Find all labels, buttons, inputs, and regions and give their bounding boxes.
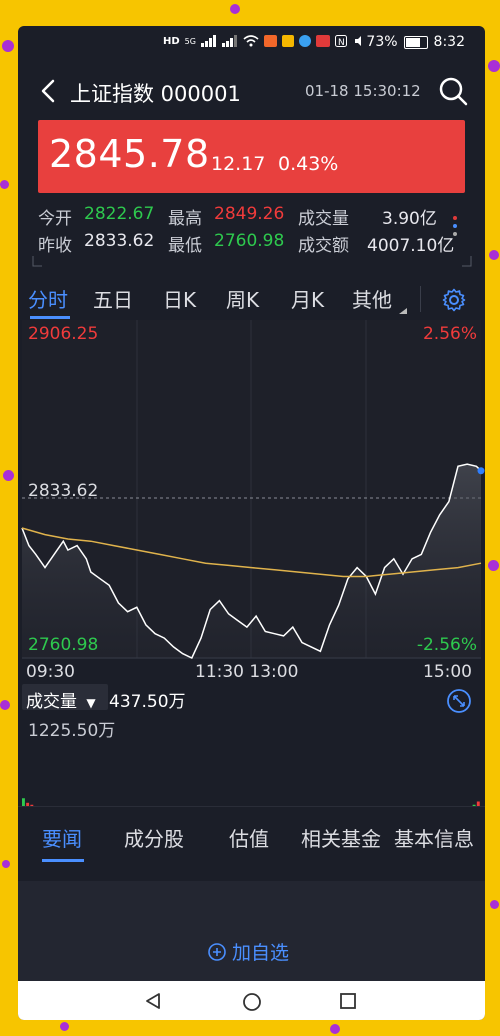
- x-tick-label: 09:30: [26, 662, 75, 682]
- tab-other[interactable]: 其他: [352, 284, 392, 313]
- background-dot: [488, 60, 500, 72]
- background-dot: [60, 1022, 69, 1031]
- tab-intraday[interactable]: 分时: [28, 284, 68, 313]
- high-value: 2849.26: [214, 204, 285, 224]
- open-label: 今开: [38, 209, 72, 229]
- pct-max-label: 2.56%: [422, 324, 477, 344]
- volume-selector[interactable]: 成交量 ▼ 437.50万: [26, 687, 186, 712]
- open-value: 2822.67: [84, 204, 155, 224]
- status-right: 73% 8:32: [366, 34, 465, 50]
- tab-valuation[interactable]: 估值: [229, 823, 269, 852]
- stats-bracket: [32, 256, 472, 267]
- background-dot: [0, 700, 10, 710]
- app-notification-icon: [315, 35, 330, 47]
- background-dot: [488, 560, 499, 571]
- pct-min-label: -2.56%: [416, 635, 477, 655]
- tab-divider: [420, 286, 421, 312]
- volume-selector-label: 成交量: [26, 692, 77, 712]
- tab-daily-k[interactable]: 日K: [163, 284, 196, 313]
- tab-basic-info[interactable]: 基本信息: [394, 823, 474, 852]
- tab-related-funds[interactable]: 相关基金: [301, 823, 381, 852]
- high-label: 最高: [168, 209, 202, 229]
- signal-icon: [200, 35, 216, 47]
- quote-timestamp: 01-18 15:30:12: [305, 82, 421, 100]
- app-notification-icon: [263, 35, 277, 47]
- x-tick-label: 15:00: [423, 662, 472, 682]
- prev-close-label: 昨收: [38, 236, 72, 256]
- battery-icon: [403, 35, 428, 49]
- news-content-area: [18, 881, 485, 981]
- background-dot: [0, 180, 9, 189]
- volume-max-label: 1225.50万: [28, 721, 116, 741]
- low-value: 2760.98: [214, 231, 285, 251]
- volume-current: 437.50万: [109, 692, 186, 712]
- y-max-label: 2906.25: [28, 324, 99, 344]
- tab-five-day[interactable]: 五日: [93, 284, 133, 313]
- turnover-value: 4007.10亿: [367, 236, 455, 256]
- background-dot: [489, 250, 499, 260]
- search-icon[interactable]: [436, 74, 470, 108]
- tab-constituents[interactable]: 成分股: [124, 823, 184, 852]
- x-tick-label: 11:30 13:00: [195, 662, 299, 682]
- tab-active-indicator: [30, 316, 70, 319]
- battery-percent: 73%: [366, 34, 398, 50]
- info-tabs: 要闻 成分股 估值 相关基金 基本信息: [18, 806, 485, 877]
- app-notification-icon: [281, 35, 294, 47]
- dropdown-corner-icon: [399, 308, 407, 314]
- background-dot: [2, 40, 14, 52]
- status-icons: HD 5G N: [163, 35, 364, 47]
- nfc-icon: N: [334, 35, 347, 47]
- background-dot: [2, 860, 10, 868]
- add-watchlist-button[interactable]: 加自选: [208, 938, 289, 965]
- price-panel: 2845.78 12.17 0.43%: [38, 120, 465, 193]
- turnover-label: 成交额: [298, 236, 349, 256]
- settings-gear-icon[interactable]: [442, 288, 466, 312]
- app-notification-icon: [298, 35, 311, 47]
- dropdown-triangle-icon: ▼: [86, 696, 96, 710]
- volume-label: 成交量: [298, 209, 349, 229]
- low-label: 最低: [168, 236, 202, 256]
- background-dot: [330, 1024, 340, 1034]
- tab-news[interactable]: 要闻: [42, 823, 82, 852]
- phone-screen: HD 5G N 73% 8:32 上证指数 000001 01-18 15:30…: [18, 26, 485, 1020]
- nav-recents-icon[interactable]: [339, 992, 357, 1010]
- background-dot: [3, 470, 14, 481]
- page-title: 上证指数 000001: [70, 82, 241, 106]
- y-min-label: 2760.98: [28, 635, 99, 655]
- period-tabs: 分时 五日 日K 周K 月K 其他: [18, 282, 485, 320]
- current-price: 2845.78: [49, 132, 210, 176]
- mute-icon: [354, 36, 361, 46]
- clock: 8:32: [433, 34, 465, 50]
- tab-weekly-k[interactable]: 周K: [226, 284, 259, 313]
- background-dot: [490, 900, 499, 909]
- svg-text:N: N: [338, 38, 345, 47]
- signal-2-icon: [221, 35, 237, 47]
- volume-value: 3.90亿: [382, 209, 437, 229]
- tab-monthly-k[interactable]: 月K: [291, 284, 324, 313]
- background-dot: [230, 4, 240, 14]
- prev-close-value: 2833.62: [84, 231, 155, 251]
- price-change-percent: 0.43%: [278, 153, 339, 175]
- wifi-icon: [243, 35, 259, 47]
- network-label: 5G: [184, 36, 196, 46]
- header: 上证指数 000001 01-18 15:30:12: [18, 68, 485, 114]
- nav-back-icon[interactable]: [144, 992, 162, 1010]
- plus-circle-icon: [208, 942, 226, 961]
- add-watchlist-label: 加自选: [232, 942, 290, 964]
- last-price-dot: [477, 467, 485, 475]
- nav-home-icon[interactable]: [242, 992, 262, 1012]
- back-arrow-icon[interactable]: [38, 76, 60, 106]
- more-stats-icon[interactable]: [450, 212, 460, 252]
- hd-label: HD: [163, 35, 180, 47]
- y-mid-label: 2833.62: [28, 481, 99, 501]
- status-bar: HD 5G N 73% 8:32: [18, 26, 485, 62]
- system-nav-bar: [18, 981, 485, 1020]
- price-change: 12.17: [211, 153, 266, 175]
- info-tab-active-indicator: [42, 859, 84, 862]
- expand-toggle-icon[interactable]: [446, 688, 472, 714]
